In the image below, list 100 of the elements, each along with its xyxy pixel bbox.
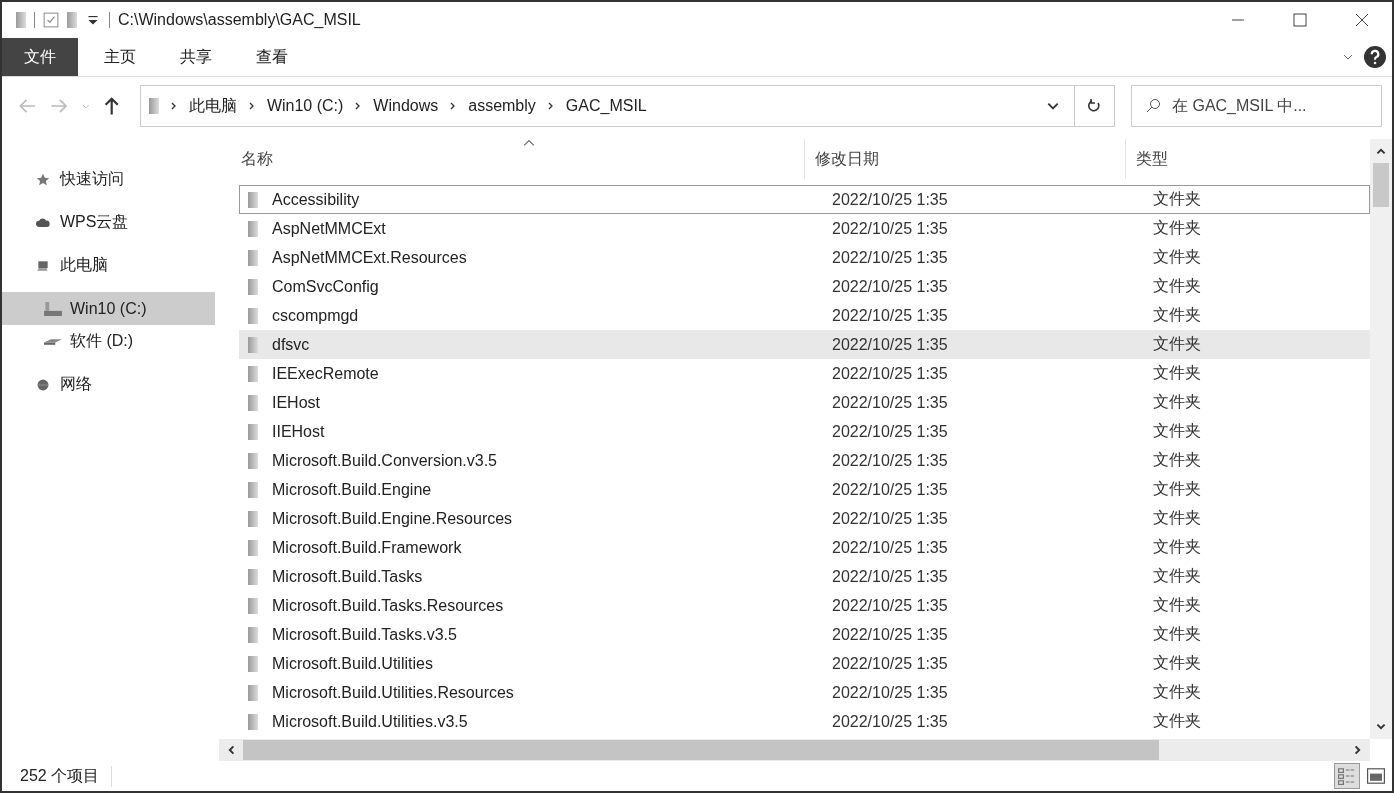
help-icon[interactable]: [1364, 46, 1386, 68]
sidebar-item[interactable]: WPS云盘: [2, 206, 215, 239]
file-type: 文件夹: [1152, 711, 1202, 731]
maximize-icon[interactable]: [1292, 12, 1308, 28]
file-row[interactable]: AspNetMMCExt 2022/10/25 1:35 文件夹: [239, 214, 1370, 243]
folder-icon: [248, 365, 258, 382]
address-bar[interactable]: 此电脑 Win10 (C:) Windows assembly GAC_MSIL: [139, 85, 1075, 127]
modified-date: 2022/10/25 1:35: [831, 654, 949, 673]
ribbon-tab[interactable]: 文件: [2, 38, 78, 76]
search-field[interactable]: 在 GAC_MSIL 中...: [1131, 85, 1382, 127]
horizontal-scrollbar[interactable]: [219, 739, 1370, 761]
file-name: Microsoft.Build.Utilities.v3.5: [272, 712, 468, 731]
scroll-thumb[interactable]: [1373, 163, 1389, 207]
file-type: 文件夹: [1152, 682, 1202, 702]
drive-icon: [44, 301, 62, 316]
modified-date: 2022/10/25 1:35: [831, 480, 949, 499]
file-name: IIEHost: [272, 422, 325, 441]
ribbon-tab[interactable]: 查看: [234, 38, 310, 76]
sidebar-item[interactable]: 网络: [2, 368, 215, 401]
checkbox-icon[interactable]: [43, 12, 59, 28]
file-row[interactable]: Microsoft.Build.Tasks 2022/10/25 1:35 文件夹: [239, 562, 1370, 591]
sidebar-item[interactable]: 软件 (D:): [2, 325, 215, 358]
folder-icon: [248, 481, 258, 498]
folder-icon: [248, 510, 258, 527]
close-icon[interactable]: [1354, 12, 1370, 28]
folder-icon: [248, 713, 258, 730]
modified-date: 2022/10/25 1:35: [831, 190, 949, 209]
file-name: IEExecRemote: [272, 364, 379, 383]
ribbon-tab[interactable]: 共享: [158, 38, 234, 76]
sort-caret-icon[interactable]: [523, 139, 535, 147]
modified-date: 2022/10/25 1:35: [831, 625, 949, 644]
breadcrumb[interactable]: 此电脑: [188, 95, 237, 117]
scroll-thumb[interactable]: [243, 740, 1159, 760]
folder-icon: [248, 191, 258, 208]
file-row[interactable]: dfsvc 2022/10/25 1:35 文件夹: [239, 330, 1370, 359]
folder-icon: [248, 307, 258, 324]
breadcrumb[interactable]: Windows: [373, 97, 439, 115]
file-name: cscompmgd: [272, 306, 359, 325]
file-type: 文件夹: [1152, 421, 1202, 441]
sidebar-item[interactable]: 此电脑: [2, 249, 215, 282]
refresh-button[interactable]: [1073, 85, 1115, 127]
column-header[interactable]: 修改日期: [805, 139, 1126, 179]
file-row[interactable]: cscompmgd 2022/10/25 1:35 文件夹: [239, 301, 1370, 330]
modified-date: 2022/10/25 1:35: [831, 306, 949, 325]
file-type: 文件夹: [1152, 450, 1202, 470]
sidebar-item[interactable]: Win10 (C:): [2, 292, 215, 325]
file-row[interactable]: IEExecRemote 2022/10/25 1:35 文件夹: [239, 359, 1370, 388]
file-row[interactable]: Microsoft.Build.Utilities.Resources 2022/10/25 1:35 文件夹: [239, 678, 1370, 707]
file-type: 文件夹: [1152, 247, 1202, 267]
file-row[interactable]: IIEHost 2022/10/25 1:35 文件夹: [239, 417, 1370, 446]
sidebar-item[interactable]: 快速访问: [2, 163, 215, 196]
file-type: 文件夹: [1152, 334, 1202, 354]
file-row[interactable]: Microsoft.Build.Framework 2022/10/25 1:35 文件夹: [239, 533, 1370, 562]
cloud-icon: [34, 215, 52, 230]
breadcrumb[interactable]: GAC_MSIL: [565, 97, 647, 115]
file-row[interactable]: AspNetMMCExt.Resources 2022/10/25 1:35 文件夹: [239, 243, 1370, 272]
file-type: 文件夹: [1152, 479, 1202, 499]
vertical-scrollbar[interactable]: [1370, 139, 1392, 739]
details-view-icon[interactable]: [1334, 763, 1360, 789]
file-type: 文件夹: [1152, 276, 1202, 296]
file-type: 文件夹: [1152, 566, 1202, 586]
item-count: 252 个项目: [20, 765, 113, 787]
file-row[interactable]: IEHost 2022/10/25 1:35 文件夹: [239, 388, 1370, 417]
folder-icon: [248, 568, 258, 585]
file-row[interactable]: Microsoft.Build.Conversion.v3.5 2022/10/25 1:35 文件夹: [239, 446, 1370, 475]
file-name: ComSvcConfig: [272, 277, 379, 296]
column-header[interactable]: 类型: [1126, 139, 1370, 179]
file-type: 文件夹: [1152, 363, 1202, 383]
folder-icon: [248, 597, 258, 614]
folder-icon: [248, 394, 258, 411]
file-row[interactable]: ComSvcConfig 2022/10/25 1:35 文件夹: [239, 272, 1370, 301]
modified-date: 2022/10/25 1:35: [831, 335, 949, 354]
folder-icon: [248, 655, 258, 672]
file-row[interactable]: Microsoft.Build.Tasks.Resources 2022/10/25 1:35 文件夹: [239, 591, 1370, 620]
folder-icon: [248, 423, 258, 440]
file-row[interactable]: Microsoft.Build.Utilities 2022/10/25 1:35 文件夹: [239, 649, 1370, 678]
folder-icon: [248, 626, 258, 643]
file-row[interactable]: Accessibility 2022/10/25 1:35 文件夹: [239, 185, 1370, 214]
file-name: Microsoft.Build.Utilities.Resources: [272, 683, 514, 702]
file-row[interactable]: Microsoft.Build.Tasks.v3.5 2022/10/25 1:35 文件夹: [239, 620, 1370, 649]
drive-icon: [44, 338, 62, 345]
file-type: 文件夹: [1152, 305, 1202, 325]
file-name: IEHost: [272, 393, 320, 412]
breadcrumb[interactable]: assembly: [468, 97, 536, 115]
column-header[interactable]: 名称: [219, 139, 805, 179]
modified-date: 2022/10/25 1:35: [831, 683, 949, 702]
file-row[interactable]: Microsoft.Build.Utilities.v3.5 2022/10/25 1:35 文件夹: [239, 707, 1370, 736]
modified-date: 2022/10/25 1:35: [831, 393, 949, 412]
folder-icon: [248, 684, 258, 701]
file-row[interactable]: Microsoft.Build.Engine 2022/10/25 1:35 文件夹: [239, 475, 1370, 504]
folder-icon: [248, 220, 258, 237]
file-row[interactable]: Microsoft.Build.Engine.Resources 2022/10/25 1:35 文件夹: [239, 504, 1370, 533]
file-name: Microsoft.Build.Engine.Resources: [272, 509, 513, 528]
window-title: C:\Windows\assembly\GAC_MSIL: [118, 11, 361, 29]
file-name: dfsvc: [272, 335, 310, 354]
ribbon-tab[interactable]: 主页: [82, 38, 158, 76]
folder-icon: [248, 452, 258, 469]
file-name: AspNetMMCExt.Resources: [272, 248, 467, 267]
breadcrumb[interactable]: Win10 (C:): [266, 97, 344, 115]
star-icon: [34, 172, 52, 187]
